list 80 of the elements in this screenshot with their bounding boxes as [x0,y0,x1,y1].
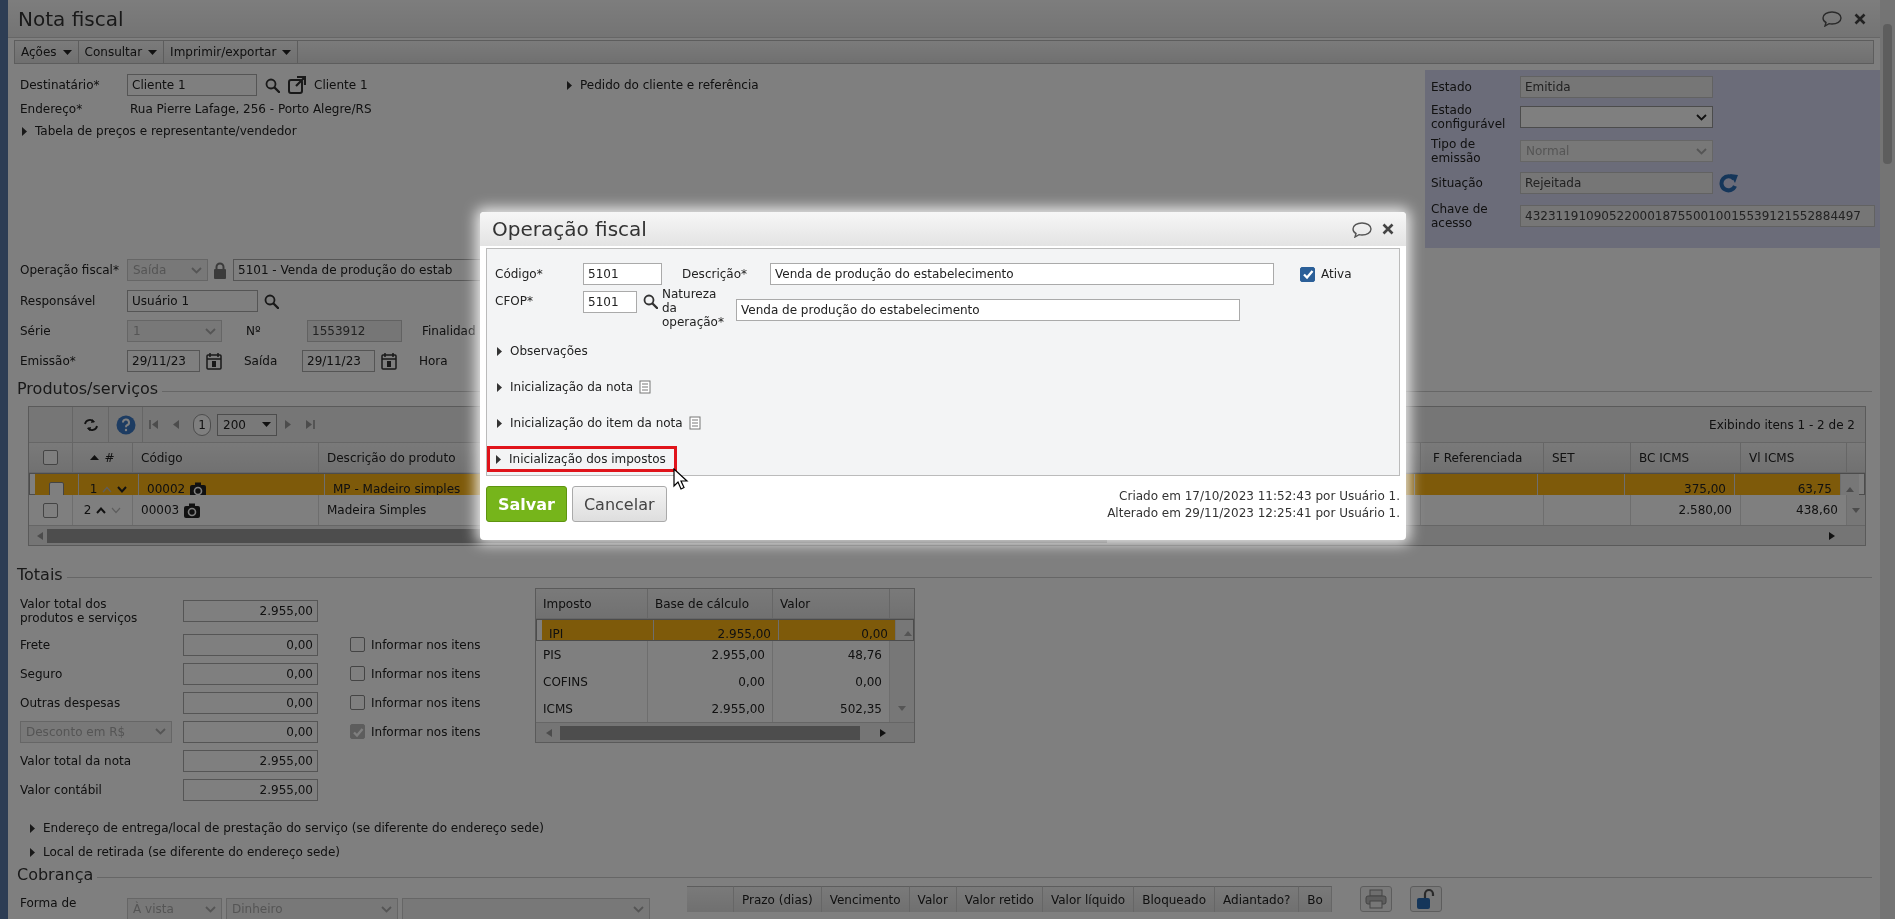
field-label: Chave de acesso [1431,202,1489,230]
field-label: Estado configurável [1431,103,1507,131]
field-label: Frete [20,637,52,652]
column-header: Vl ICMS [1749,450,1795,465]
field-label: Código* [495,267,544,281]
section-title: Produtos/serviços [17,379,159,398]
column-header: Valor retido [956,886,1043,912]
checkbox-label: Informar nos itens [371,637,481,652]
field-label: Operação fiscal* [20,263,120,277]
table-cell: 2.955,00 [711,647,765,662]
field-label: CFOP* [495,294,534,308]
audit-text: Alterado em 29/11/2023 12:25:41 por Usuário 1. [1107,505,1400,522]
window-title: Nota fiscal [18,6,124,31]
column-header: Prazo (dias) [734,886,822,912]
column-header: Bo [1299,886,1332,912]
audit-text: Criado em 17/10/2023 11:52:43 por Usuário 1. [1119,488,1400,505]
column-header: Imposto [543,596,592,611]
field-label: Série [20,324,52,338]
table-cell: IPI [549,626,564,640]
field-label: Endereço* [20,102,84,116]
table-cell: Madeira Simples [327,503,427,517]
section-title: Totais [17,565,63,584]
field-label: Finalidad [422,324,476,338]
section-title: Cobrança [17,865,94,884]
table-cell: 502,35 [840,701,882,716]
table-cell: PIS [543,647,562,662]
table-cell: 1 [89,482,98,496]
checkbox-label: Informar nos itens [371,724,481,739]
field-label: Seguro [20,666,64,681]
table-cell: 0,00 [861,626,888,640]
address-text: Rua Pierre Lafage, 256 - Porto Alegre/RS [130,102,372,116]
column-header: SET [1552,450,1575,465]
table-cell: 00003 [141,503,180,517]
table-cell: 2.955,00 [717,626,771,640]
field-label: Forma de [20,896,78,910]
field-label: Descrição* [682,267,749,281]
column-header: Vencimento [821,886,910,912]
pagination-summary: Exibindo itens 1 - 2 de 2 [1709,417,1855,432]
table-cell: 438,60 [1796,503,1838,517]
field-label: Tipo de emissão [1431,137,1482,165]
field-label: Valor total da nota [20,753,133,768]
field-label: Outras despesas [20,695,122,710]
table-cell: 48,76 [847,647,882,662]
column-header: Valor [909,886,957,912]
column-header: Código [141,450,183,465]
column-header: F Referenciada [1433,450,1523,465]
field-label: Valor contábil [20,782,103,797]
table-cell: 375,00 [1684,482,1726,496]
table-cell: ICMS [543,701,573,716]
table-cell: 0,00 [855,674,882,689]
table-cell: COFINS [543,674,588,689]
checkbox-label: Informar nos itens [371,695,481,710]
dialog-title: Operação fiscal [492,217,647,241]
checkbox-label: Ativa [1321,267,1352,281]
table-cell: 00002 [147,482,186,496]
column-header: Adiantado? [1215,886,1300,912]
table-cell: 63,75 [1797,482,1832,496]
table-cell: 2.955,00 [711,701,765,716]
field-label: Natureza da operação* [662,287,725,329]
field-label: Situação [1431,176,1484,190]
column-header: Base de cálculo [655,596,749,611]
table-cell: MP - Madeiro simples [333,482,461,496]
table-cell: 0,00 [738,674,765,689]
field-label: Hora [419,354,448,368]
column-header: # [104,450,115,465]
field-label: Nº [245,324,262,338]
field-label: Emissão* [20,354,77,368]
field-label: Estado [1431,80,1473,94]
field-label: Saída [243,354,279,368]
table-cell: 2.580,00 [1678,503,1732,517]
field-label: Responsável [20,294,97,308]
column-header: Bloqueado [1134,886,1216,912]
field-label: Destinatário* [20,78,101,92]
field-label: Valor total dos produtos e serviços [20,597,139,625]
column-header: Descrição do produto [327,450,456,465]
column-header: Valor líquido [1042,886,1135,912]
table-cell: 2 [83,503,92,517]
column-header: Valor [780,596,811,611]
checkbox-label: Informar nos itens [371,666,481,681]
column-header: BC ICMS [1639,450,1690,465]
